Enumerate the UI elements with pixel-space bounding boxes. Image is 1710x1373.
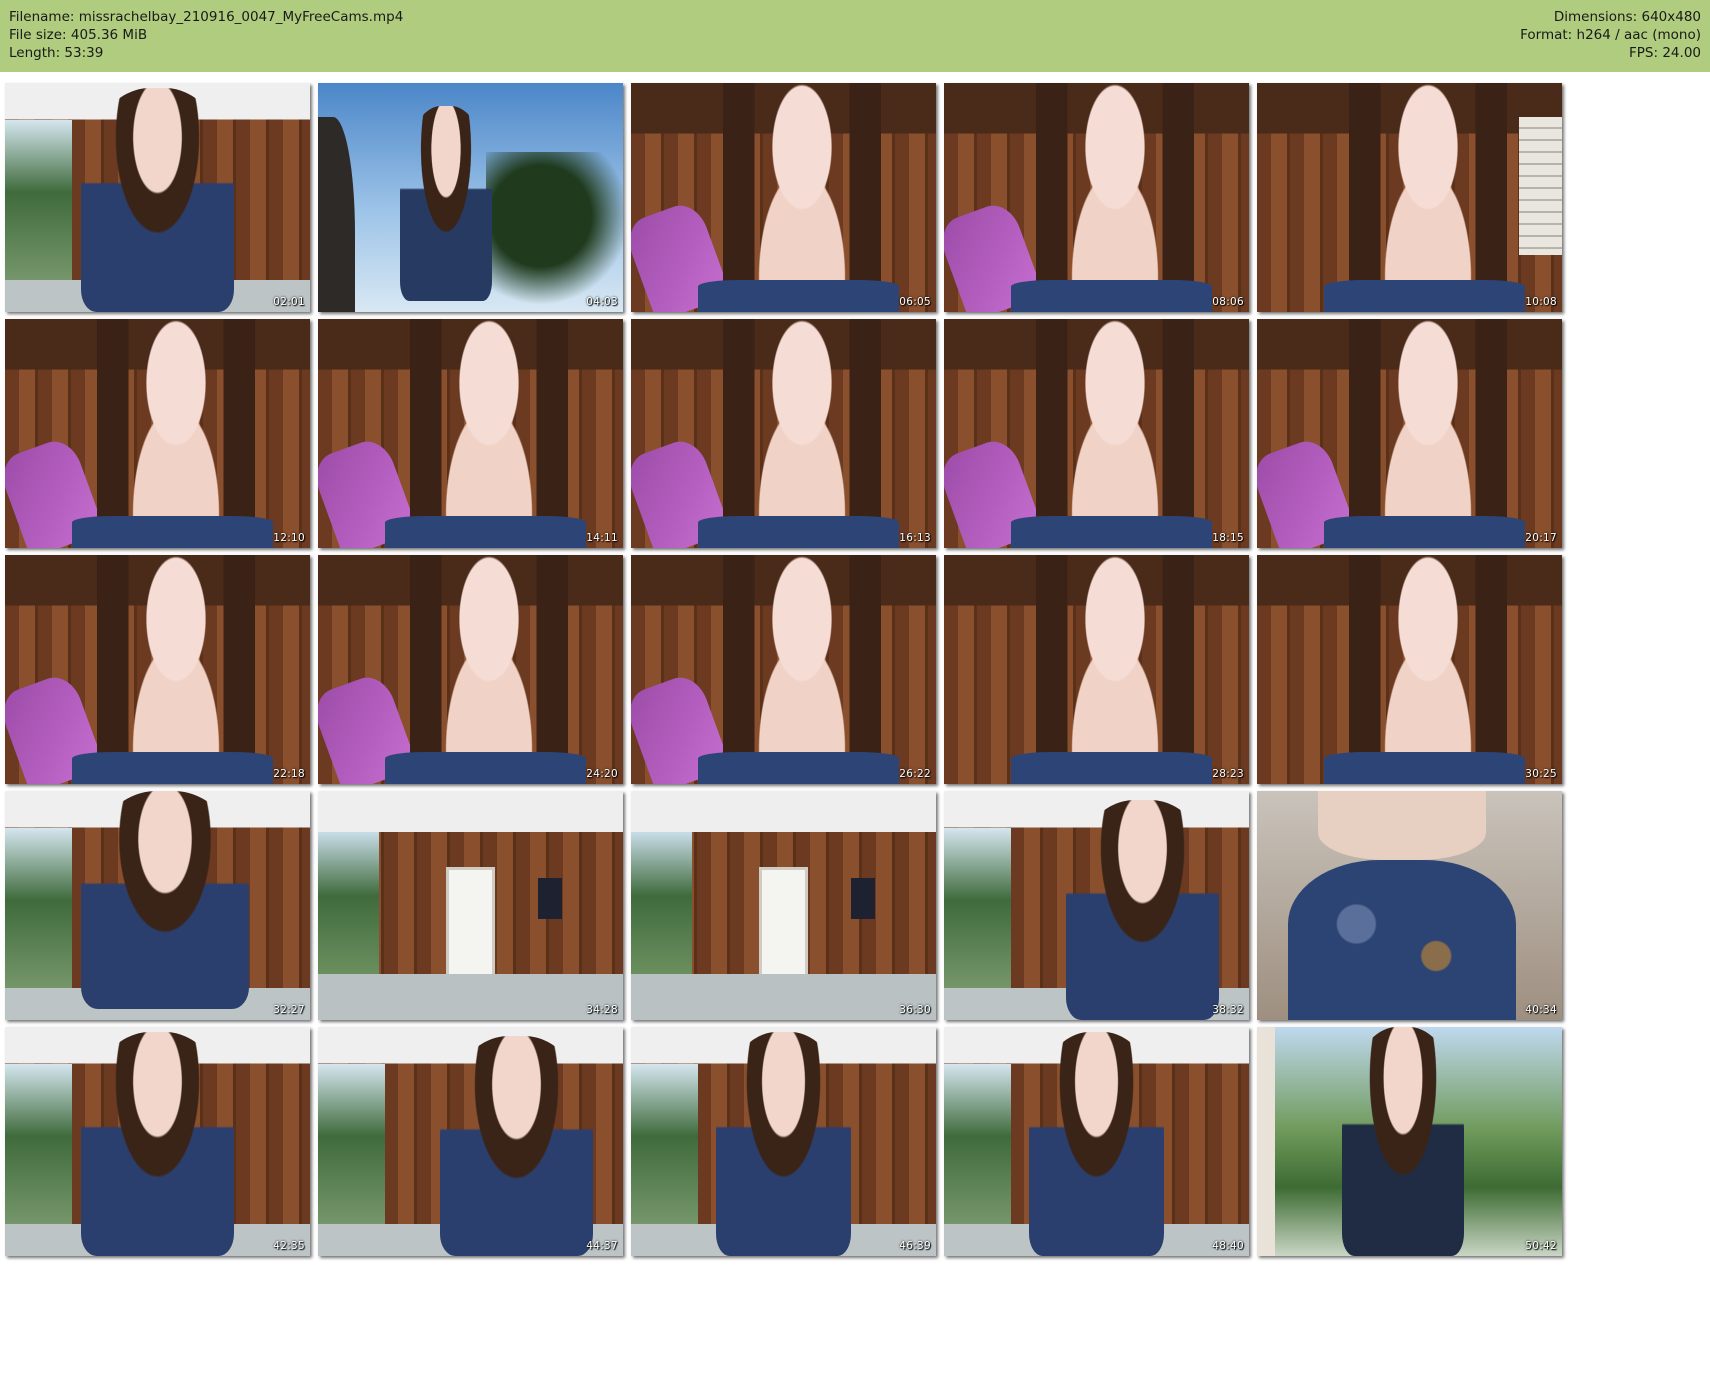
- filename-text: Filename: missrachelbay_210916_0047_MyFr…: [9, 9, 404, 25]
- thumbnail-frame[interactable]: 16:13: [631, 319, 936, 548]
- thumbnail-frame[interactable]: 32:27: [5, 791, 310, 1020]
- thumbnail-frame[interactable]: 04:03: [318, 83, 623, 312]
- frame-image: [318, 83, 623, 312]
- frame-image: [631, 555, 936, 784]
- timestamp-label: 50:42: [1525, 1240, 1557, 1252]
- timestamp-label: 24:20: [586, 768, 618, 780]
- thumbnail-frame[interactable]: 48:40: [944, 1027, 1249, 1256]
- timestamp-label: 12:10: [273, 532, 305, 544]
- thumbnail-frame[interactable]: 42:35: [5, 1027, 310, 1256]
- frame-image: [5, 791, 310, 1020]
- frame-image: [944, 83, 1249, 312]
- info-right: Dimensions: 640x480 Format: h264 / aac (…: [1520, 8, 1701, 62]
- timestamp-label: 08:06: [1212, 296, 1244, 308]
- frame-image: [944, 1027, 1249, 1256]
- thumbnail-frame[interactable]: 36:30: [631, 791, 936, 1020]
- frame-image: [631, 319, 936, 548]
- thumbnail-frame[interactable]: 18:15: [944, 319, 1249, 548]
- thumbnail-frame[interactable]: 14:11: [318, 319, 623, 548]
- thumbnail-frame[interactable]: 40:34: [1257, 791, 1562, 1020]
- timestamp-label: 30:25: [1525, 768, 1557, 780]
- timestamp-label: 34:28: [586, 1004, 618, 1016]
- thumbnail-frame[interactable]: 34:28: [318, 791, 623, 1020]
- frame-image: [631, 83, 936, 312]
- thumbnail-frame[interactable]: 30:25: [1257, 555, 1562, 784]
- timestamp-label: 22:18: [273, 768, 305, 780]
- timestamp-label: 42:35: [273, 1240, 305, 1252]
- frame-image: [318, 319, 623, 548]
- thumbnail-frame[interactable]: 50:42: [1257, 1027, 1562, 1256]
- thumbnail-frame[interactable]: 10:08: [1257, 83, 1562, 312]
- timestamp-label: 40:34: [1525, 1004, 1557, 1016]
- timestamp-label: 16:13: [899, 532, 931, 544]
- thumbnail-frame[interactable]: 44:37: [318, 1027, 623, 1256]
- frame-image: [1257, 83, 1562, 312]
- frame-image: [1257, 555, 1562, 784]
- thumbnail-frame[interactable]: 20:17: [1257, 319, 1562, 548]
- thumbnail-frame[interactable]: 26:22: [631, 555, 936, 784]
- thumbnail-frame[interactable]: 24:20: [318, 555, 623, 784]
- frame-image: [631, 1027, 936, 1256]
- thumbnail-frame[interactable]: 28:23: [944, 555, 1249, 784]
- timestamp-label: 04:03: [586, 296, 618, 308]
- thumbnail-frame[interactable]: 12:10: [5, 319, 310, 548]
- frame-image: [1257, 319, 1562, 548]
- frame-image: [1257, 791, 1562, 1020]
- thumbnail-frame[interactable]: 38:32: [944, 791, 1249, 1020]
- frame-image: [5, 319, 310, 548]
- timestamp-label: 48:40: [1212, 1240, 1244, 1252]
- thumbnail-frame[interactable]: 22:18: [5, 555, 310, 784]
- fps-text: FPS: 24.00: [1629, 45, 1701, 61]
- frame-image: [318, 791, 623, 1020]
- timestamp-label: 28:23: [1212, 768, 1244, 780]
- thumbnail-grid: 02:01 04:03 06:05 08:06 10:08 12:10 14:11 16:13…: [5, 83, 1705, 1363]
- timestamp-label: 14:11: [586, 532, 618, 544]
- frame-image: [318, 555, 623, 784]
- frame-image: [944, 791, 1249, 1020]
- info-left: Filename: missrachelbay_210916_0047_MyFr…: [9, 8, 403, 62]
- timestamp-label: 32:27: [273, 1004, 305, 1016]
- thumbnail-frame[interactable]: 46:39: [631, 1027, 936, 1256]
- timestamp-label: 18:15: [1212, 532, 1244, 544]
- timestamp-label: 26:22: [899, 768, 931, 780]
- frame-image: [5, 555, 310, 784]
- filesize-text: File size: 405.36 MiB: [9, 27, 148, 43]
- timestamp-label: 36:30: [899, 1004, 931, 1016]
- length-text: Length: 53:39: [9, 45, 104, 61]
- frame-image: [944, 555, 1249, 784]
- timestamp-label: 20:17: [1525, 532, 1557, 544]
- frame-image: [5, 1027, 310, 1256]
- thumbnail-frame[interactable]: 06:05: [631, 83, 936, 312]
- timestamp-label: 06:05: [899, 296, 931, 308]
- timestamp-label: 02:01: [273, 296, 305, 308]
- frame-image: [5, 83, 310, 312]
- thumbnail-frame[interactable]: 02:01: [5, 83, 310, 312]
- frame-image: [944, 319, 1249, 548]
- frame-image: [631, 791, 936, 1020]
- timestamp-label: 38:32: [1212, 1004, 1244, 1016]
- timestamp-label: 10:08: [1525, 296, 1557, 308]
- dimensions-text: Dimensions: 640x480: [1553, 9, 1701, 25]
- format-text: Format: h264 / aac (mono): [1520, 27, 1701, 43]
- frame-image: [318, 1027, 623, 1256]
- timestamp-label: 46:39: [899, 1240, 931, 1252]
- timestamp-label: 44:37: [586, 1240, 618, 1252]
- info-header: Filename: missrachelbay_210916_0047_MyFr…: [0, 0, 1710, 72]
- thumbnail-frame[interactable]: 08:06: [944, 83, 1249, 312]
- frame-image: [1257, 1027, 1562, 1256]
